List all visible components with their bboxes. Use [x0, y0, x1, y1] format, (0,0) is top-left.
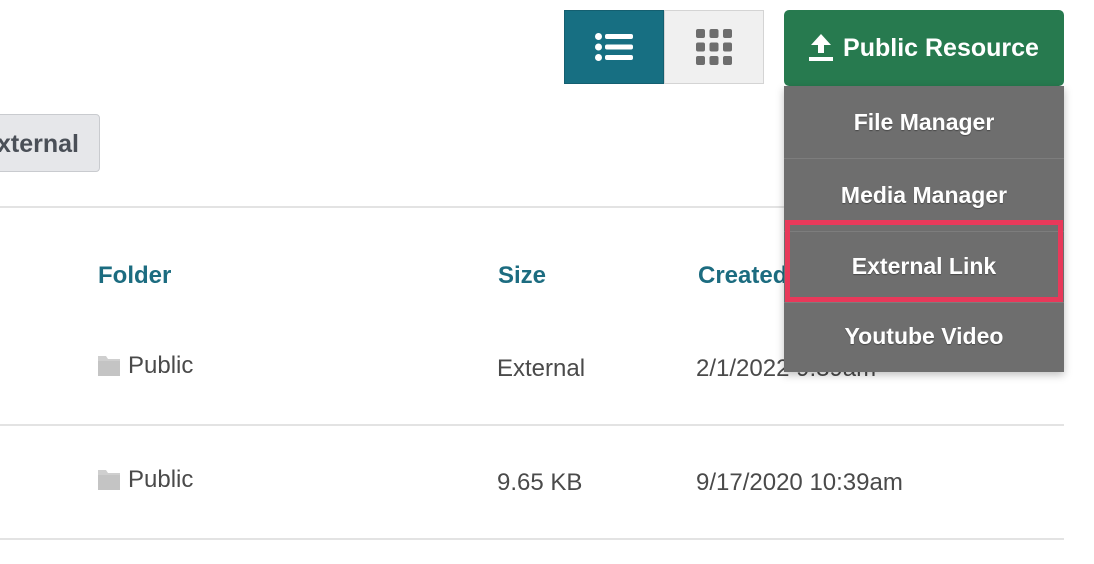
table-row-2-size: 9.65 KB	[497, 469, 583, 496]
menu-item-youtube-video[interactable]: Youtube Video	[784, 300, 1064, 372]
grid-icon	[696, 29, 732, 65]
folder-icon	[98, 356, 120, 376]
public-resource-dropdown: File Manager Media Manager External Link…	[784, 86, 1064, 372]
column-header-folder[interactable]: Folder	[98, 262, 171, 290]
menu-item-label: Media Manager	[840, 181, 1008, 208]
table-row-2-folder: Public	[96, 466, 193, 494]
table-row-1-folder: Public	[96, 352, 193, 380]
menu-item-label: File Manager	[853, 108, 995, 135]
row-divider	[0, 538, 1064, 540]
row-divider	[0, 424, 1064, 426]
menu-item-media-manager[interactable]: Media Manager	[784, 159, 1064, 231]
menu-item-label: Youtube Video	[844, 322, 1004, 349]
list-icon	[595, 33, 633, 61]
public-resource-button[interactable]: Public Resource	[784, 10, 1064, 86]
table-row-1-size: External	[497, 355, 586, 382]
folder-icon	[98, 470, 120, 490]
list-view-button[interactable]	[564, 10, 664, 84]
table-row-1-folder-label: Public	[128, 352, 194, 379]
upload-icon	[809, 34, 834, 61]
table-row-2-created-at: 9/17/2020 10:39am	[696, 469, 903, 496]
grid-view-button[interactable]	[664, 10, 764, 84]
public-resource-label: Public Resource	[843, 33, 1039, 62]
table-row-2-folder-label: Public	[128, 466, 194, 493]
column-header-size[interactable]: Size	[498, 262, 546, 290]
filter-chip-label: xternal	[0, 130, 79, 158]
menu-item-external-link[interactable]: External Link	[784, 230, 1064, 302]
menu-item-label: External Link	[851, 252, 997, 279]
menu-item-file-manager[interactable]: File Manager	[784, 86, 1064, 158]
filter-chip-external[interactable]: xternal	[0, 114, 100, 172]
